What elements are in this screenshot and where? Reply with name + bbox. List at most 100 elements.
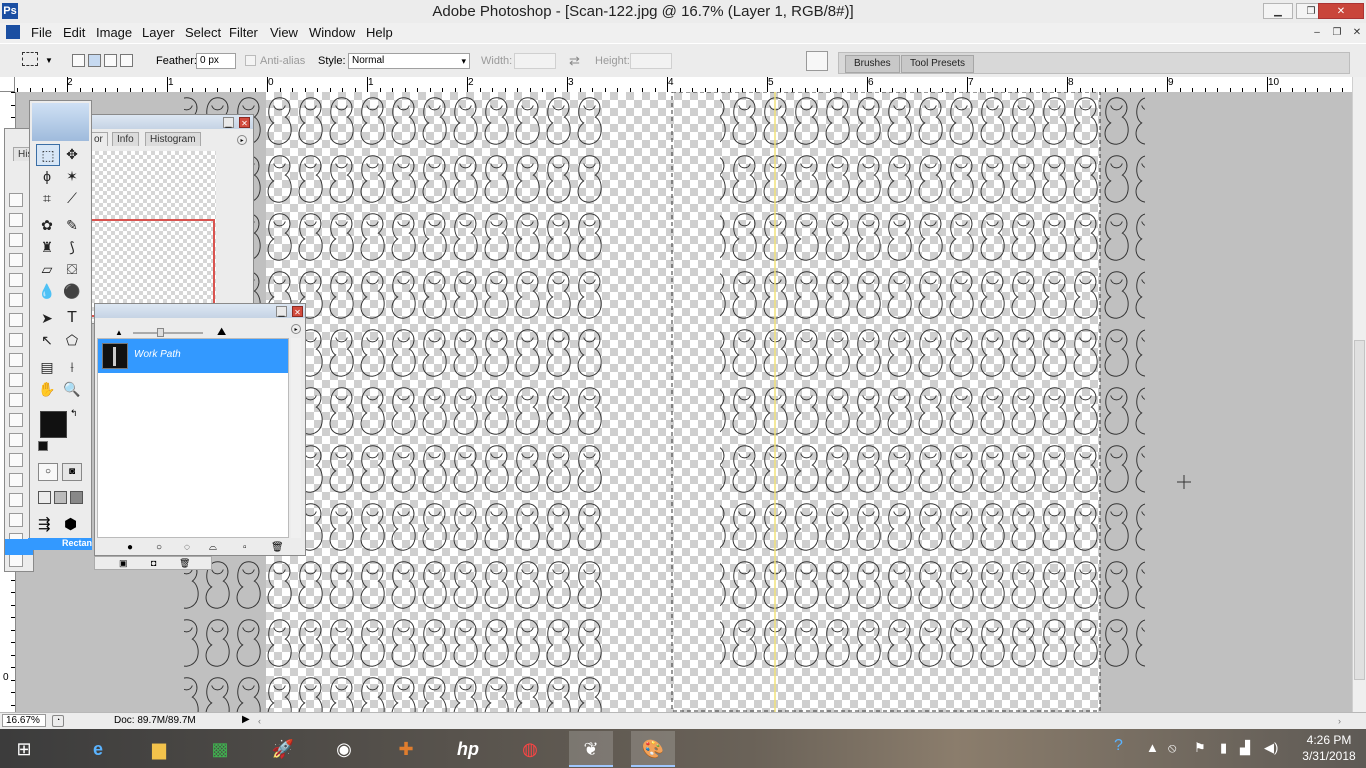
path-selection-icon[interactable]: ➤ — [36, 308, 58, 328]
custom-shape-icon[interactable]: ⬠ — [61, 330, 83, 350]
help-tray-icon[interactable]: ? — [1114, 737, 1123, 755]
delete-state-icon[interactable]: 🗑 — [179, 558, 190, 569]
panel-menu-icon[interactable]: ▸ — [237, 135, 247, 145]
history-row[interactable] — [9, 493, 23, 507]
history-row[interactable] — [9, 433, 23, 447]
doc-close-button[interactable]: ✕ — [1349, 26, 1365, 40]
minimize-button[interactable]: ▁ — [1263, 3, 1293, 19]
eyedropper-icon[interactable]: ⟊ — [61, 357, 83, 377]
store-icon[interactable]: ▩ — [198, 731, 242, 767]
menu-layer[interactable]: Layer — [142, 25, 175, 40]
pen-tool-icon[interactable]: ↖ — [36, 330, 58, 350]
feather-logo-icon[interactable] — [32, 103, 89, 141]
load-selection-icon[interactable]: ◌ — [184, 542, 190, 553]
standard-mode-icon[interactable]: ○ — [38, 463, 58, 481]
menu-filter[interactable]: Filter — [229, 25, 258, 40]
antialias-checkbox[interactable] — [245, 55, 256, 66]
zoom-out-icon[interactable]: ▲ — [115, 328, 123, 337]
tab-histogram[interactable]: Histogram — [145, 132, 201, 146]
path-item-work-path[interactable]: Work Path — [98, 339, 288, 373]
brush-tool-icon[interactable]: ✎ — [61, 215, 83, 235]
tab-brushes[interactable]: Brushes — [845, 55, 900, 73]
menu-help[interactable]: Help — [366, 25, 393, 40]
history-row[interactable] — [9, 193, 23, 207]
history-brush-icon[interactable]: ⟆ — [61, 237, 83, 257]
clock-date[interactable]: 3/31/2018 — [1296, 749, 1362, 763]
eraser-tool-icon[interactable]: ▱ — [36, 259, 58, 279]
network-tray-icon[interactable]: ⦸ — [1168, 740, 1176, 756]
height-input[interactable] — [630, 53, 672, 69]
clock-time[interactable]: 4:26 PM — [1296, 733, 1362, 747]
jump-to-icon[interactable]: ⬢ — [64, 515, 77, 533]
magic-wand-icon[interactable]: ✶ — [61, 166, 83, 186]
scrollbar-thumb[interactable] — [1354, 340, 1365, 680]
panel-close-icon[interactable]: ✕ — [292, 306, 303, 317]
hp-support-icon[interactable]: hp — [446, 731, 490, 767]
marquee-tool-icon[interactable]: ⬚ — [36, 144, 60, 166]
crop-tool-icon[interactable]: ⌗ — [36, 188, 58, 208]
scroll-right-icon[interactable]: › — [1338, 716, 1341, 726]
history-row[interactable] — [9, 393, 23, 407]
slice-tool-icon[interactable]: ⟋ — [61, 188, 83, 208]
history-row[interactable] — [9, 293, 23, 307]
make-work-path-icon[interactable]: ⌓ — [209, 542, 217, 553]
foreground-color-swatch[interactable] — [40, 411, 67, 438]
history-row[interactable] — [9, 333, 23, 347]
panel-title-bar[interactable] — [95, 304, 305, 318]
history-row[interactable] — [9, 373, 23, 387]
move-tool-icon[interactable]: ✥ — [61, 144, 83, 164]
history-row[interactable] — [9, 273, 23, 287]
tab-tool-presets[interactable]: Tool Presets — [901, 55, 975, 73]
file-explorer-icon[interactable]: ▆ — [137, 731, 181, 767]
quick-mask-icon[interactable]: ◙ — [62, 463, 82, 481]
vertical-scrollbar[interactable] — [1352, 77, 1366, 712]
healing-brush-icon[interactable]: ✿ — [36, 215, 58, 235]
doc-restore-button[interactable]: ❐ — [1329, 26, 1345, 40]
stroke-path-icon[interactable]: ○ — [156, 542, 162, 553]
photoshop-taskbar-icon[interactable]: ❦ — [569, 731, 613, 767]
panel-close-icon[interactable]: ✕ — [239, 117, 250, 128]
battery-icon[interactable]: ▮ — [1220, 740, 1227, 756]
zoom-slider[interactable] — [133, 332, 203, 334]
tab-info[interactable]: Info — [112, 132, 139, 146]
style-select[interactable]: Normal ▾ — [348, 53, 470, 69]
panel-menu-icon[interactable]: ▸ — [291, 324, 301, 334]
zoom-tool-icon[interactable]: 🔍 — [61, 379, 83, 399]
screen-mode-full-icon[interactable] — [70, 491, 83, 504]
close-button[interactable]: ✕ — [1318, 3, 1364, 19]
paths-scrollbar[interactable] — [291, 338, 301, 538]
menu-select[interactable]: Select — [185, 25, 221, 40]
menu-edit[interactable]: Edit — [63, 25, 85, 40]
screen-mode-full-menu-icon[interactable] — [54, 491, 67, 504]
volume-icon[interactable]: ◀) — [1264, 740, 1278, 756]
type-tool-icon[interactable]: T — [61, 308, 83, 328]
history-row[interactable] — [9, 233, 23, 247]
history-row[interactable] — [9, 253, 23, 267]
dodge-tool-icon[interactable]: ⚫ — [61, 281, 83, 301]
history-row[interactable] — [9, 353, 23, 367]
panel-minimize-icon[interactable]: ▁ — [223, 117, 234, 128]
history-row[interactable] — [9, 453, 23, 467]
preset-dropdown-icon[interactable]: ▼ — [45, 56, 53, 65]
webcam-app-icon[interactable]: ◉ — [322, 731, 366, 767]
add-selection-icon[interactable] — [88, 54, 101, 67]
menu-file[interactable]: File — [31, 25, 52, 40]
intersect-selection-icon[interactable] — [120, 54, 133, 67]
paint-bucket-icon[interactable]: ⛋ — [61, 259, 83, 279]
info-popup-icon[interactable]: ◔ — [52, 715, 64, 727]
blur-tool-icon[interactable]: 💧 — [36, 281, 58, 301]
paint-taskbar-icon[interactable]: 🎨 — [631, 731, 675, 767]
lasso-tool-icon[interactable]: ϕ — [36, 166, 58, 186]
width-input[interactable] — [514, 53, 556, 69]
zoom-field[interactable]: 16.67% — [2, 714, 46, 727]
screen-mode-standard-icon[interactable] — [38, 491, 51, 504]
trash-icon[interactable]: 🗑 — [271, 542, 284, 553]
panel-minimize-icon[interactable]: ▁ — [276, 306, 287, 317]
new-selection-icon[interactable] — [72, 54, 85, 67]
puzzle-app-icon[interactable]: ✚ — [384, 731, 428, 767]
menu-image[interactable]: Image — [96, 25, 132, 40]
start-windows-icon[interactable]: ⊞ — [2, 731, 46, 767]
imageready-icon[interactable]: ⇶ — [38, 515, 51, 533]
hand-tool-icon[interactable]: ✋ — [36, 379, 58, 399]
history-row[interactable] — [9, 473, 23, 487]
